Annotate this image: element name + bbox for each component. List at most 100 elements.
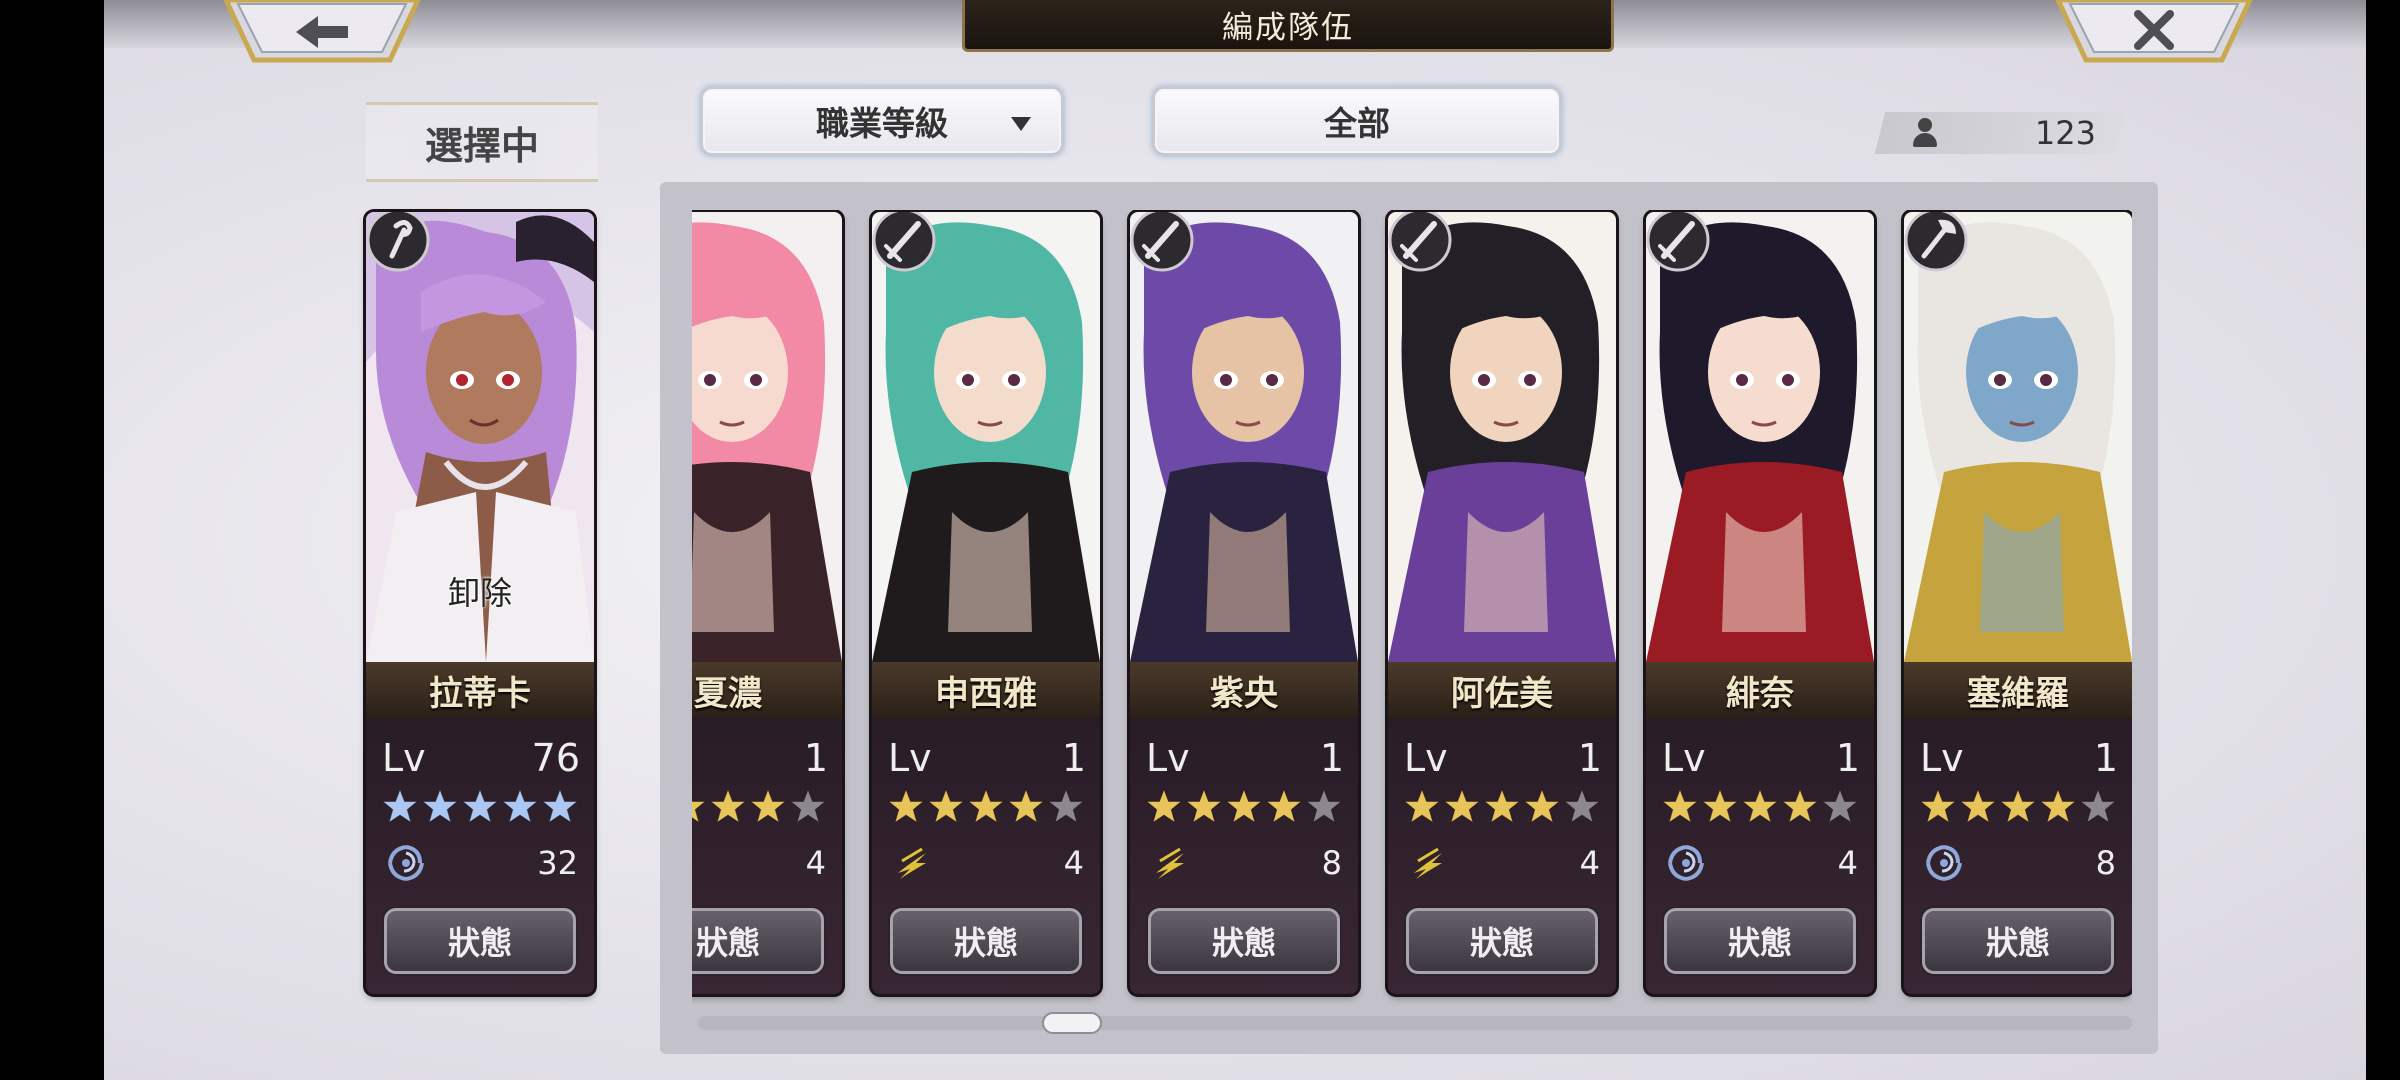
category-filter-button[interactable]: 全部 <box>1152 86 1562 156</box>
star-rating <box>1662 788 1858 824</box>
sort-dropdown[interactable]: 職業等級 <box>700 86 1064 156</box>
sword-icon <box>1130 212 1198 276</box>
character-stats: Lv14狀態 <box>1388 718 1616 994</box>
character-name: 夏濃 <box>692 662 842 718</box>
element-value: 8 <box>2095 844 2116 882</box>
back-button[interactable] <box>222 0 422 64</box>
scrollbar-thumb[interactable] <box>1041 1012 1102 1034</box>
lightning-icon <box>1150 843 1190 883</box>
filled-star-icon <box>1742 788 1778 824</box>
level-row: Lv 1 <box>888 736 1086 780</box>
filled-star-icon <box>1186 788 1222 824</box>
sword-icon <box>1646 212 1714 276</box>
level-label: Lv <box>1146 736 1190 780</box>
status-button[interactable]: 狀態 <box>692 908 824 974</box>
filled-star-icon <box>2000 788 2036 824</box>
level-value: 1 <box>1061 736 1086 780</box>
filled-star-icon <box>1226 788 1262 824</box>
element-value: 4 <box>805 844 826 882</box>
roster-count-value: 123 <box>2034 114 2096 152</box>
element-value: 4 <box>1837 844 1858 882</box>
status-button[interactable]: 狀態 <box>890 908 1082 974</box>
team-formation-screen: 編成隊伍 選擇中 職業等級 全部 123 卸除 拉蒂卡 Lv 76 32 狀態 … <box>104 0 2366 1080</box>
remove-label[interactable]: 卸除 <box>366 568 594 614</box>
sword-icon <box>872 212 940 276</box>
sort-dropdown-label: 職業等級 <box>816 104 948 143</box>
game-screen: 編成隊伍 選擇中 職業等級 全部 123 卸除 拉蒂卡 Lv 76 32 狀態 … <box>0 0 2400 1080</box>
character-list[interactable]: 夏濃Lv14狀態申西雅Lv14狀態紫央Lv18狀態阿佐美Lv14狀態緋奈Lv14… <box>692 210 2132 1006</box>
status-button[interactable]: 狀態 <box>1148 908 1340 974</box>
element-value: 8 <box>1321 844 1342 882</box>
star-rating <box>1404 788 1600 824</box>
empty-star-icon <box>1822 788 1858 824</box>
level-label: Lv <box>382 736 426 780</box>
character-name: 拉蒂卡 <box>366 662 594 718</box>
filled-star-icon <box>1444 788 1480 824</box>
character-name: 紫央 <box>1130 662 1358 718</box>
close-button[interactable] <box>2054 0 2254 64</box>
sword-icon <box>1388 212 1456 276</box>
character-stats: Lv 76 32 狀態 <box>366 718 594 994</box>
level-label: Lv <box>888 736 932 780</box>
level-row: Lv 1 <box>1146 736 1344 780</box>
element-row: 8 <box>1924 838 2116 888</box>
filled-star-icon <box>2040 788 2076 824</box>
level-value: 76 <box>531 736 580 780</box>
element-row: 4 <box>892 838 1084 888</box>
character-stats: Lv 1 4 狀態 <box>872 718 1100 994</box>
filled-star-icon <box>1702 788 1738 824</box>
staff-icon <box>366 212 434 276</box>
lightning-icon <box>1408 843 1448 883</box>
level-row: Lv1 <box>692 736 828 780</box>
category-filter-label: 全部 <box>1324 104 1390 143</box>
level-label: Lv <box>1662 736 1706 780</box>
character-card[interactable]: 夏濃 Lv1 4 狀態 <box>692 212 842 994</box>
level-value: 1 <box>803 736 828 780</box>
character-portrait <box>872 212 1100 662</box>
horizontal-scrollbar[interactable] <box>698 1016 2132 1030</box>
status-button[interactable]: 狀態 <box>1922 908 2114 974</box>
selecting-label: 選擇中 <box>366 102 598 182</box>
star-rating <box>692 788 826 824</box>
status-button[interactable]: 狀態 <box>1664 908 1856 974</box>
level-row: Lv 76 <box>382 736 580 780</box>
x-icon <box>2055 0 2253 63</box>
wind-swirl-icon <box>1924 843 1964 883</box>
level-value: 1 <box>2093 736 2118 780</box>
chevron-down-icon <box>1011 117 1031 131</box>
element-value: 32 <box>537 844 578 882</box>
wind-swirl-icon <box>1666 843 1706 883</box>
character-name: 阿佐美 <box>1388 662 1616 718</box>
level-value: 1 <box>1319 736 1344 780</box>
status-button[interactable]: 狀態 <box>384 908 576 974</box>
element-value: 4 <box>1579 844 1600 882</box>
character-card[interactable]: 塞維羅 Lv 1 8 狀態 <box>1904 212 2132 994</box>
filled-star-icon <box>1524 788 1560 824</box>
character-portrait <box>1130 212 1358 662</box>
filled-star-icon <box>1782 788 1818 824</box>
element-row: 4 <box>1408 838 1600 888</box>
star-rating <box>382 788 578 824</box>
filled-star-icon <box>1960 788 1996 824</box>
star-rating <box>888 788 1084 824</box>
empty-star-icon <box>1048 788 1084 824</box>
empty-star-icon <box>2080 788 2116 824</box>
character-stats: Lv 1 4 狀態 <box>1646 718 1874 994</box>
filled-star-icon <box>462 788 498 824</box>
level-row: Lv 1 <box>1662 736 1860 780</box>
filled-star-icon <box>1662 788 1698 824</box>
element-row: 4 <box>692 838 826 888</box>
character-card[interactable]: 紫央 Lv 1 8 狀態 <box>1130 212 1358 994</box>
character-stats: Lv1 4 狀態 <box>692 718 842 994</box>
character-card[interactable]: 緋奈 Lv 1 4 狀態 <box>1646 212 1874 994</box>
character-name: 塞維羅 <box>1904 662 2132 718</box>
level-label: Lv <box>1404 736 1448 780</box>
level-value: 1 <box>1835 736 1860 780</box>
wind-swirl-icon <box>386 843 426 883</box>
filled-star-icon <box>1266 788 1302 824</box>
character-name: 緋奈 <box>1646 662 1874 718</box>
selected-character-card[interactable]: 卸除 拉蒂卡 Lv 76 32 狀態 <box>366 212 594 994</box>
status-button[interactable]: 狀態 <box>1406 908 1598 974</box>
character-card[interactable]: 申西雅 Lv 1 4 狀態 <box>872 212 1100 994</box>
character-card[interactable]: 阿佐美 Lv 1 4 狀態 <box>1388 212 1616 994</box>
